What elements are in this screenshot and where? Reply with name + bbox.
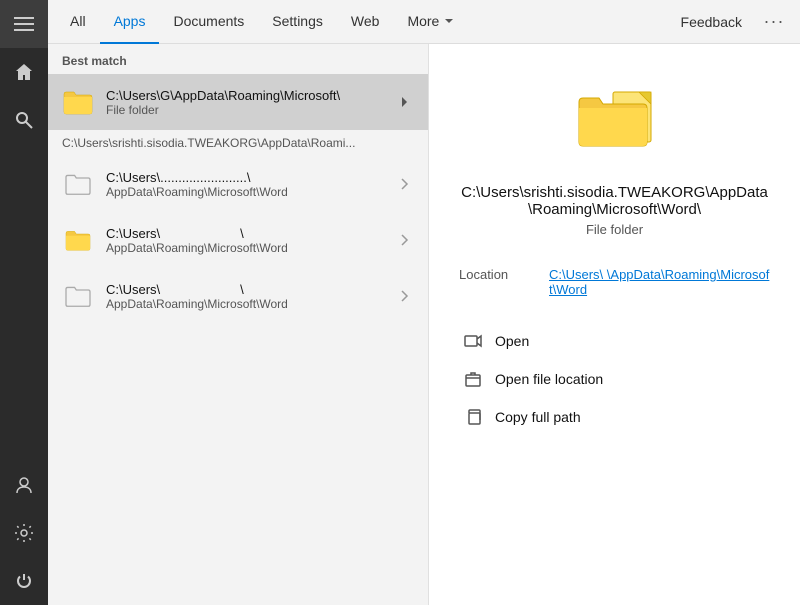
detail-info: Location C:\Users\ \AppData\Roaming\Micr… <box>459 261 770 303</box>
tab-all[interactable]: All <box>56 0 100 44</box>
tab-more[interactable]: More <box>393 0 469 44</box>
copy-icon <box>463 407 483 427</box>
feedback-button[interactable]: Feedback <box>667 0 756 44</box>
left-panel: Best match C:\Users\G\AppData\Roaming\Mi… <box>48 44 428 605</box>
result-subtitle-2: AppData\Roaming\Microsoft\Word <box>106 241 392 255</box>
user-icon[interactable] <box>0 461 48 509</box>
section-path: C:\Users\srishti.sisodia.TWEAKORG\AppDat… <box>48 130 428 156</box>
open-action[interactable]: Open <box>459 323 770 359</box>
result-subtitle-3: AppData\Roaming\Microsoft\Word <box>106 297 392 311</box>
result-item-2[interactable]: C:\Users\\ AppData\Roaming\Microsoft\Wor… <box>48 212 428 268</box>
power-icon[interactable] <box>0 557 48 605</box>
main-content: All Apps Documents Settings Web More Fee… <box>48 0 800 605</box>
hamburger-icon[interactable] <box>0 0 48 48</box>
location-value[interactable]: C:\Users\ \AppData\Roaming\Microsoft\Wor… <box>549 267 770 297</box>
tab-apps[interactable]: Apps <box>100 0 160 44</box>
result-subtitle-1: AppData\Roaming\Microsoft\Word <box>106 185 392 199</box>
best-match-subtitle: File folder <box>106 103 392 117</box>
best-match-arrow <box>392 90 416 114</box>
tab-settings[interactable]: Settings <box>258 0 337 44</box>
open-file-location-action[interactable]: Open file location <box>459 361 770 397</box>
tab-documents[interactable]: Documents <box>159 0 258 44</box>
result-arrow-3 <box>392 284 416 308</box>
copy-full-path-action[interactable]: Copy full path <box>459 399 770 435</box>
folder-yellow-icon-2 <box>60 222 96 258</box>
sidebar <box>0 0 48 605</box>
result-text-2: C:\Users\\ AppData\Roaming\Microsoft\Wor… <box>106 226 392 255</box>
best-match-item[interactable]: C:\Users\G\AppData\Roaming\Microsoft\ Fi… <box>48 74 428 130</box>
right-panel: C:\Users\srishti.sisodia.TWEAKORG\AppDat… <box>428 44 800 605</box>
results-area: Best match C:\Users\G\AppData\Roaming\Mi… <box>48 44 800 605</box>
result-title-2a: C:\Users\\ <box>106 226 392 241</box>
result-arrow-2 <box>392 228 416 252</box>
tab-web[interactable]: Web <box>337 0 394 44</box>
best-match-text: C:\Users\G\AppData\Roaming\Microsoft\ Fi… <box>106 88 392 117</box>
result-arrow-1 <box>392 172 416 196</box>
best-match-title: C:\Users\G\AppData\Roaming\Microsoft\ <box>106 88 392 103</box>
top-nav: All Apps Documents Settings Web More Fee… <box>48 0 800 44</box>
open-file-location-label: Open file location <box>495 371 603 387</box>
copy-full-path-label: Copy full path <box>495 409 581 425</box>
result-text-1: C:\Users\........................\ AppDa… <box>106 170 392 199</box>
open-icon <box>463 331 483 351</box>
best-match-label: Best match <box>48 44 428 74</box>
detail-title: C:\Users\srishti.sisodia.TWEAKORG\AppDat… <box>459 184 770 218</box>
detail-actions: Open Open file location <box>459 323 770 435</box>
folder-icon-best <box>60 84 96 120</box>
folder-outline-icon-1 <box>60 166 96 202</box>
open-label: Open <box>495 333 529 349</box>
result-item-1[interactable]: C:\Users\........................\ AppDa… <box>48 156 428 212</box>
folder-outline-icon-3 <box>60 278 96 314</box>
search-icon[interactable] <box>0 96 48 144</box>
result-title-3a: C:\Users\\ <box>106 282 392 297</box>
detail-subtitle: File folder <box>586 222 643 237</box>
result-text-3: C:\Users\\ AppData\Roaming\Microsoft\Wor… <box>106 282 392 311</box>
settings-icon[interactable] <box>0 509 48 557</box>
location-label: Location <box>459 267 549 297</box>
file-location-icon <box>463 369 483 389</box>
home-icon[interactable] <box>0 48 48 96</box>
more-options-button[interactable]: ··· <box>756 0 792 44</box>
location-row: Location C:\Users\ \AppData\Roaming\Micr… <box>459 261 770 303</box>
result-item-3[interactable]: C:\Users\\ AppData\Roaming\Microsoft\Wor… <box>48 268 428 324</box>
result-title-1: C:\Users\........................\ <box>106 170 392 185</box>
detail-folder-icon <box>575 84 655 164</box>
